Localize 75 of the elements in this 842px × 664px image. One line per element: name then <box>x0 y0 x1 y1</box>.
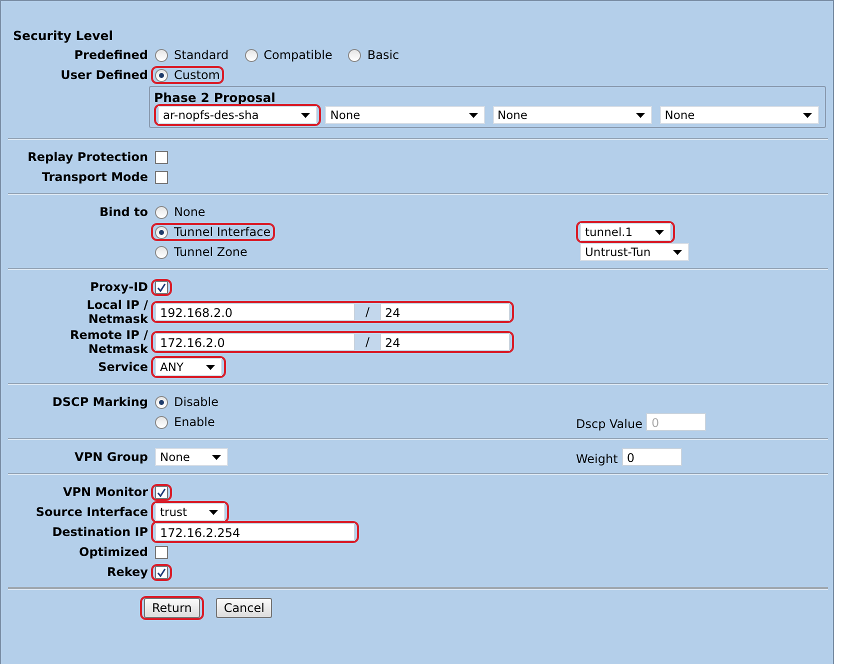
dropdown[interactable]: ar-nopfs-des-sha <box>158 106 318 124</box>
radio-button[interactable] <box>155 416 168 428</box>
button[interactable]: Cancel <box>216 598 272 618</box>
input-field[interactable]: 0 <box>622 448 682 466</box>
field-label: Weight <box>576 450 618 466</box>
dropdown[interactable]: ANY <box>155 358 222 376</box>
radio-button[interactable] <box>155 206 168 218</box>
section-heading: Security Level <box>12 27 114 45</box>
field-label: VPN Group <box>74 450 148 464</box>
field-label: Proxy-ID <box>90 280 148 294</box>
field-label: Replay Protection <box>28 150 148 164</box>
radio-label: Disable <box>174 395 219 409</box>
button[interactable]: Return <box>144 598 200 618</box>
radio-button[interactable] <box>155 48 168 62</box>
dropdown[interactable]: tunnel.1 <box>580 223 671 241</box>
radio-button[interactable] <box>155 68 168 82</box>
caret-icon <box>636 112 645 118</box>
radio-label: None <box>174 205 206 219</box>
field-label: Rekey <box>107 565 148 579</box>
radio-label: Custom <box>174 68 220 82</box>
checkbox[interactable] <box>155 170 168 184</box>
field-label: User Defined <box>60 68 148 82</box>
field-label: Source Interface <box>36 505 148 519</box>
caret-icon <box>672 250 682 254</box>
input-field[interactable]: 24 <box>380 333 510 351</box>
field-label: Dscp Value <box>576 416 642 430</box>
checkmark-icon <box>157 568 166 576</box>
radio-label: Basic <box>367 48 400 62</box>
checkbox[interactable] <box>155 280 168 294</box>
radio-label: Standard <box>174 48 229 62</box>
caret-icon <box>301 112 310 118</box>
radio-label: Tunnel Zone <box>174 245 248 259</box>
dropdown[interactable]: None <box>660 106 819 124</box>
checkbox[interactable] <box>155 546 168 558</box>
input-field[interactable]: 192.168.2.0 <box>155 303 355 321</box>
field-label: VPN Monitor <box>62 485 148 499</box>
checkbox[interactable] <box>155 566 168 578</box>
separator-text: / <box>355 303 380 321</box>
field-label: Bind to <box>99 205 148 219</box>
caret-icon <box>212 454 222 460</box>
dropdown[interactable]: None <box>155 448 228 466</box>
checkbox[interactable] <box>155 150 168 164</box>
caret-icon <box>206 364 214 370</box>
checkmark-icon <box>157 488 166 496</box>
separator-text: / <box>355 333 380 351</box>
caret-icon <box>468 112 478 118</box>
field-label: Destination IP <box>52 525 148 539</box>
panel-title: Phase 2 Proposal <box>154 90 276 105</box>
caret-icon <box>209 510 218 514</box>
radio-label: Compatible <box>264 48 332 62</box>
caret-icon <box>803 112 812 118</box>
caret-icon <box>654 230 664 234</box>
input-field[interactable]: 172.16.2.0 <box>155 333 355 351</box>
radio-button[interactable] <box>155 246 168 258</box>
radio-button[interactable] <box>155 226 168 238</box>
field-label: Local IP / Netmask <box>86 298 148 326</box>
checkmark-icon <box>157 282 166 292</box>
dropdown[interactable]: None <box>325 106 484 124</box>
field-label: DSCP Marking <box>52 395 148 409</box>
field-label: Transport Mode <box>42 170 148 184</box>
field-label: Remote IP / Netmask <box>69 328 148 356</box>
dropdown[interactable]: None <box>492 106 652 124</box>
radio-label: Tunnel Interface <box>174 225 271 239</box>
checkbox[interactable] <box>155 486 168 498</box>
radio-label: Enable <box>174 415 215 429</box>
input-field[interactable]: 24 <box>380 303 510 321</box>
field-label: Optimized <box>79 545 148 559</box>
field-label: Service <box>98 360 148 374</box>
radio-button[interactable] <box>155 396 168 408</box>
field-label: Predefined <box>74 48 148 62</box>
dropdown[interactable]: trust <box>155 503 226 521</box>
input-field[interactable]: 172.16.2.254 <box>155 523 355 541</box>
radio-button[interactable] <box>244 48 258 62</box>
radio-button[interactable] <box>348 48 362 62</box>
dropdown[interactable]: Untrust-Tun <box>580 243 689 261</box>
